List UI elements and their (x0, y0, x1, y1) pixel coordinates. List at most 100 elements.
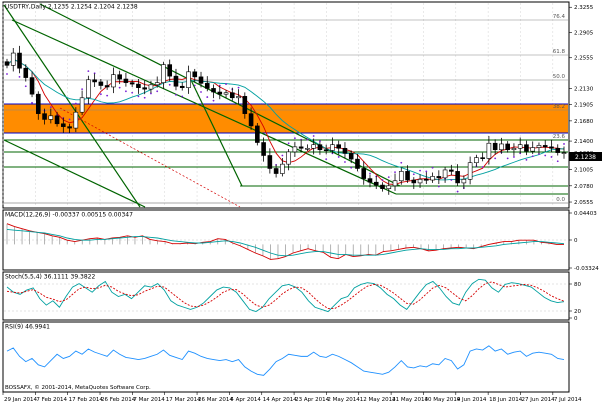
time-label: 17 Feb 2014 (69, 397, 104, 403)
sar-dot (49, 106, 52, 109)
macd-panel-title: MACD(12,26,9) -0.00337 0.00515 0.00347 (5, 212, 133, 219)
candle-body (467, 162, 473, 180)
sar-dot (131, 91, 134, 94)
sar-dot (74, 102, 77, 105)
candle-body (405, 171, 410, 181)
sar-dot (431, 166, 434, 169)
chart-canvas[interactable]: 76.4 61.8 50.0 38.2 23.6 0.0 USDTRY,Dail… (0, 0, 605, 403)
sar-dot (400, 161, 403, 164)
sar-dot (293, 137, 296, 140)
price-label: 2.1005 (574, 168, 594, 174)
candle-body (198, 76, 204, 84)
macd-panel[interactable]: MACD(12,26,9) -0.00337 0.00515 0.00347 (2, 209, 570, 271)
sar-dot (225, 83, 227, 85)
candle-body (292, 146, 298, 153)
sar-dot (118, 86, 121, 89)
copyright-text: BOSSAFX, © 2001-2014, MetaQuotes Softwar… (5, 384, 151, 391)
price-panel[interactable]: 76.4 61.8 50.0 38.2 23.6 0.0 USDTRY,Dail… (2, 1, 570, 209)
stoch-panel-title: Stoch(5,5,4) 36.1111 39.3822 (5, 274, 96, 281)
candle-body (42, 113, 47, 120)
price-label: 2.3255 (574, 5, 594, 11)
time-label: 7 Mar 2014 (133, 397, 165, 403)
candle-body (167, 64, 173, 77)
candle-body (398, 171, 404, 182)
candle-body (555, 147, 561, 153)
sar-dot (18, 75, 21, 78)
sar-dot (544, 154, 547, 157)
time-label: 14 Apr 2014 (263, 397, 298, 403)
candle-body (54, 115, 60, 125)
indicator-axis-label: 80 (574, 282, 581, 288)
candle-body (242, 96, 248, 114)
candle-body (23, 67, 29, 78)
price-label: 2.1400 (574, 139, 594, 145)
sar-dot (437, 185, 440, 188)
candle-body (267, 155, 273, 169)
candle-body (136, 83, 141, 88)
sar-dot (237, 86, 240, 89)
candle-body (10, 52, 16, 66)
sar-dot (513, 156, 515, 158)
sar-dot (506, 157, 509, 160)
sar-dot (181, 95, 184, 98)
price-label: 2.2555 (574, 56, 594, 62)
time-axis: 29 Jan 2014 7 Feb 2014 17 Feb 201426 Feb 2… (2, 392, 582, 403)
sar-dot (387, 176, 390, 179)
sar-dot (425, 170, 428, 173)
candle-body (161, 64, 166, 83)
candle-body (355, 158, 360, 169)
sar-dot (412, 173, 415, 176)
candle-body (223, 92, 229, 95)
sar-dot (531, 155, 534, 158)
candle-body (186, 71, 191, 88)
candle-body (542, 145, 548, 148)
indicator-axis-label: 20 (574, 309, 581, 315)
time-label: 30 May 2014 (424, 397, 460, 403)
sar-dot (212, 99, 215, 102)
candle-body (79, 97, 85, 113)
candle-body (154, 82, 160, 86)
price-label: 2.0780 (574, 184, 594, 190)
sar-dot (137, 95, 140, 98)
candle-body (323, 149, 329, 152)
sar-dot (68, 118, 71, 121)
fib-label-764: 76.4 (553, 14, 566, 20)
indicator-axis-label: 0 (574, 238, 578, 244)
candle-body (455, 171, 460, 184)
time-label: 2 May 2014 (327, 397, 360, 403)
fib-label-000: 0.0 (556, 197, 565, 203)
sar-dot (175, 94, 177, 96)
candle-body (111, 74, 116, 88)
candle-body (61, 123, 66, 127)
sar-dot (419, 169, 421, 172)
fib-label-500: 50.0 (553, 74, 566, 80)
candle-body (179, 85, 185, 88)
sar-dot (200, 91, 202, 93)
candle-body (280, 163, 285, 174)
price-label: 2.0555 (574, 200, 594, 206)
sar-dot (281, 154, 284, 157)
fib-label-618: 61.8 (553, 49, 566, 55)
sar-dot (206, 96, 209, 98)
sar-dot (6, 73, 8, 75)
indicator-axis-label: -0.03324 (574, 266, 599, 272)
rsi-panel[interactable]: RSI(9) 46.9941 BOSSAFX, © 2001-2014, Met… (2, 321, 570, 393)
candle-body (17, 52, 22, 69)
candle-body (98, 81, 104, 86)
stochastic-panel[interactable]: Stoch(5,5,4) 36.1111 39.3822 (2, 271, 570, 321)
candle-body (230, 92, 235, 99)
candle-body (273, 168, 279, 174)
candle-body (505, 143, 510, 151)
sar-dot (563, 143, 565, 145)
candle-body (204, 83, 210, 89)
chart-window[interactable]: 76.4 61.8 50.0 38.2 23.6 0.0 USDTRY,Dail… (0, 0, 605, 403)
candle-body (442, 169, 448, 179)
candle-body (211, 88, 216, 93)
time-label: 26 Mar 2014 (198, 397, 233, 403)
sar-dot (550, 156, 553, 158)
sar-dot (394, 171, 396, 173)
price-label: 2.1905 (574, 103, 594, 109)
sar-dot (369, 172, 371, 175)
sar-dot (87, 70, 90, 72)
candle-body (92, 79, 97, 83)
